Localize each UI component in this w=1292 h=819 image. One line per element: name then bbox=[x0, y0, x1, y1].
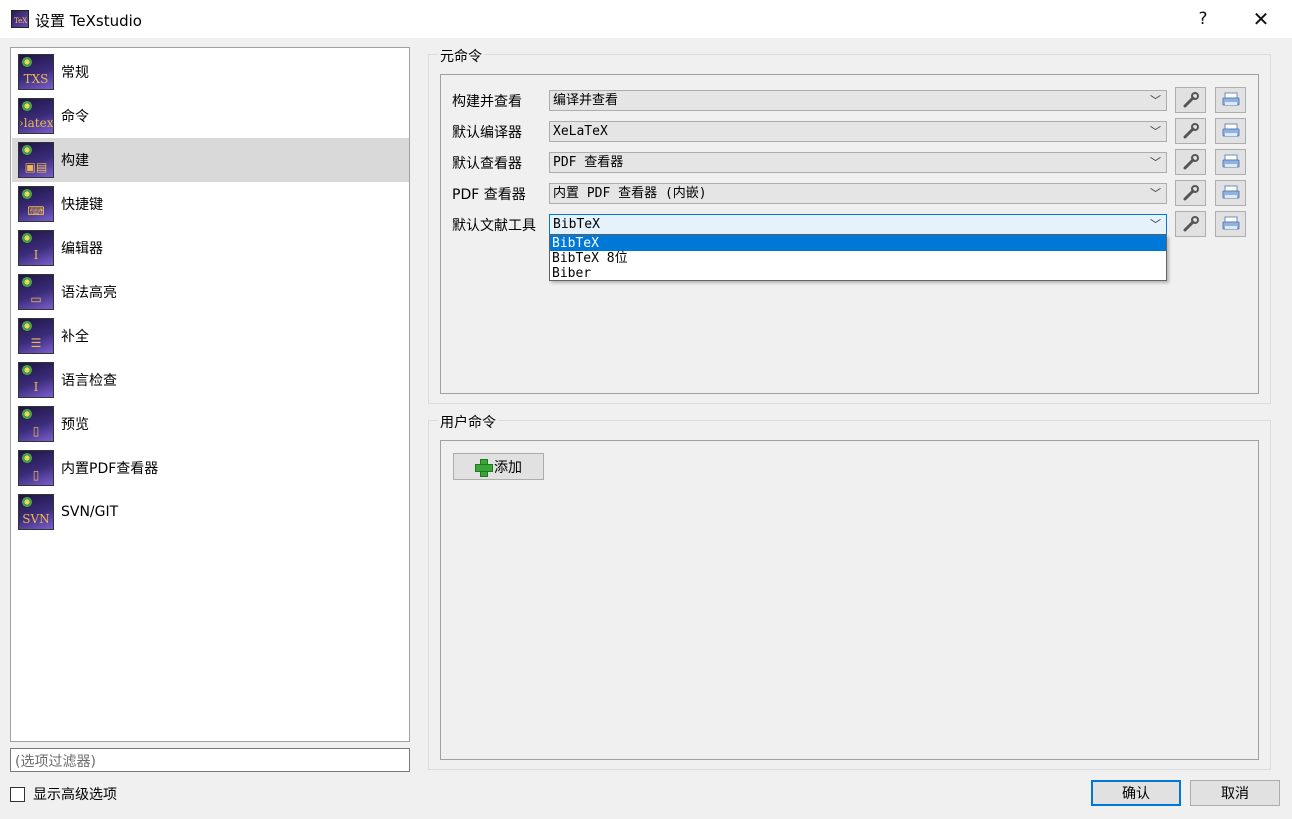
plus-icon bbox=[475, 458, 493, 477]
dropdown-option[interactable]: BibTeX bbox=[550, 236, 1166, 251]
combobox-value: 内置 PDF 查看器 (内嵌) bbox=[553, 186, 707, 201]
meta-row-label: 默认编译器 bbox=[452, 125, 522, 141]
nav-item[interactable]: ▣▤ 构建 bbox=[12, 138, 409, 182]
window-title: 设置 TeXstudio bbox=[35, 12, 142, 30]
wrench-icon bbox=[1183, 185, 1199, 201]
show-advanced-checkbox[interactable] bbox=[10, 786, 25, 802]
show-advanced-options[interactable]: 显示高级选项 bbox=[10, 784, 117, 804]
editor-cursor-icon: I bbox=[18, 230, 54, 266]
nav-item-label: SVN/GIT bbox=[61, 504, 119, 520]
nav-item[interactable]: ▯ 预览 bbox=[12, 402, 409, 446]
user-commands-frame bbox=[440, 440, 1259, 760]
meta-row-label: 构建并查看 bbox=[452, 94, 522, 110]
meta-row-label: 默认文献工具 bbox=[452, 218, 536, 234]
configure-wrench-button[interactable] bbox=[1175, 211, 1206, 237]
language-check-icon: I bbox=[18, 362, 54, 398]
add-user-command-button[interactable]: 添加 bbox=[453, 453, 544, 480]
svn-icon: SVN bbox=[18, 494, 54, 530]
pdf-viewer-icon: ▯ bbox=[18, 450, 54, 486]
printer-icon bbox=[1222, 123, 1239, 137]
completion-icon: ☰ bbox=[18, 318, 54, 354]
save-default-button[interactable] bbox=[1215, 118, 1246, 144]
nav-item-label: 常规 bbox=[61, 65, 89, 81]
nav-item[interactable]: ⌨ 快捷键 bbox=[12, 182, 409, 226]
nav-item-label: 补全 bbox=[61, 329, 89, 345]
chevron-down-icon: ﹀ bbox=[1150, 125, 1161, 138]
chevron-down-icon: ﹀ bbox=[1150, 156, 1161, 169]
syntax-highlight-icon: ▭ bbox=[18, 274, 54, 310]
ok-button[interactable]: 确认 bbox=[1091, 780, 1181, 806]
nav-item-label: 快捷键 bbox=[61, 197, 103, 213]
nav-item-label: 编辑器 bbox=[61, 241, 103, 257]
close-button[interactable]: ✕ bbox=[1238, 0, 1284, 38]
configure-wrench-button[interactable] bbox=[1175, 87, 1206, 113]
chevron-down-icon: ﹀ bbox=[1150, 94, 1161, 107]
meta-row-label: 默认查看器 bbox=[452, 156, 522, 172]
meta-command-combobox[interactable]: 编译并查看 ﹀ bbox=[549, 90, 1167, 111]
meta-command-combobox[interactable]: XeLaTeX ﹀ bbox=[549, 121, 1167, 142]
help-button[interactable]: ? bbox=[1180, 0, 1226, 38]
configure-wrench-button[interactable] bbox=[1175, 180, 1206, 206]
printer-icon bbox=[1222, 185, 1239, 199]
save-default-button[interactable] bbox=[1215, 87, 1246, 113]
meta-command-combobox[interactable]: 内置 PDF 查看器 (内嵌) ﹀ bbox=[549, 183, 1167, 204]
txs-icon: TXS bbox=[18, 54, 54, 90]
configure-wrench-button[interactable] bbox=[1175, 149, 1206, 175]
nav-item-label: 语法高亮 bbox=[61, 285, 117, 301]
combobox-value: XeLaTeX bbox=[553, 124, 608, 139]
nav-item-label: 构建 bbox=[61, 153, 89, 169]
nav-item[interactable]: ▯ 内置PDF查看器 bbox=[12, 446, 409, 490]
texstudio-app-icon bbox=[11, 10, 29, 28]
chevron-down-icon: ﹀ bbox=[1150, 187, 1161, 200]
nav-item[interactable]: TXS 常规 bbox=[12, 50, 409, 94]
configure-wrench-button[interactable] bbox=[1175, 118, 1206, 144]
build-icon: ▣▤ bbox=[18, 142, 54, 178]
title-bar: 设置 TeXstudio ? ✕ bbox=[0, 0, 1292, 38]
bibliography-tool-dropdown-list[interactable]: BibTeX BibTeX 8位 Biber bbox=[549, 235, 1167, 281]
meta-commands-title: 元命令 bbox=[438, 46, 484, 66]
combobox-value: BibTeX bbox=[553, 217, 600, 232]
save-default-button[interactable] bbox=[1215, 149, 1246, 175]
nav-item[interactable]: I 编辑器 bbox=[12, 226, 409, 270]
dropdown-option[interactable]: BibTeX 8位 bbox=[550, 251, 1166, 266]
latex-command-icon: ›latex bbox=[18, 98, 54, 134]
preview-icon: ▯ bbox=[18, 406, 54, 442]
wrench-icon bbox=[1183, 154, 1199, 170]
nav-item[interactable]: ›latex 命令 bbox=[12, 94, 409, 138]
combobox-value: 编译并查看 bbox=[553, 93, 619, 108]
nav-item[interactable]: ☰ 补全 bbox=[12, 314, 409, 358]
dropdown-option[interactable]: Biber bbox=[550, 266, 1166, 281]
nav-item-label: 命令 bbox=[61, 109, 89, 125]
nav-item[interactable]: SVN SVN/GIT bbox=[12, 490, 409, 534]
nav-item-label: 预览 bbox=[61, 417, 89, 433]
save-default-button[interactable] bbox=[1215, 211, 1246, 237]
printer-icon bbox=[1222, 154, 1239, 168]
nav-item[interactable]: I 语言检查 bbox=[12, 358, 409, 402]
option-filter-input[interactable]: (选项过滤器) bbox=[10, 748, 410, 772]
nav-item-label: 内置PDF查看器 bbox=[61, 461, 159, 477]
chevron-down-icon: ﹀ bbox=[1150, 218, 1161, 231]
printer-icon bbox=[1222, 92, 1239, 106]
wrench-icon bbox=[1183, 123, 1199, 139]
save-default-button[interactable] bbox=[1215, 180, 1246, 206]
nav-item-label: 语言检查 bbox=[61, 373, 117, 389]
wrench-icon bbox=[1183, 216, 1199, 232]
nav-item[interactable]: ▭ 语法高亮 bbox=[12, 270, 409, 314]
meta-command-combobox[interactable]: BibTeX ﹀ bbox=[549, 214, 1167, 235]
keyboard-icon: ⌨ bbox=[18, 186, 54, 222]
printer-icon bbox=[1222, 216, 1239, 230]
wrench-icon bbox=[1183, 92, 1199, 108]
cancel-button[interactable]: 取消 bbox=[1190, 780, 1280, 806]
meta-row-label: PDF 查看器 bbox=[452, 187, 526, 203]
add-button-label: 添加 bbox=[494, 459, 522, 476]
combobox-value: PDF 查看器 bbox=[553, 155, 624, 170]
show-advanced-label: 显示高级选项 bbox=[33, 787, 117, 803]
user-commands-title: 用户命令 bbox=[438, 412, 498, 432]
settings-category-list: TXS 常规 ›latex 命令 ▣▤ 构建 ⌨ 快捷键 I 编辑器 ▭ 语法高亮 ☰ 补全 I 语言检查 ▯ 预… bbox=[10, 47, 410, 742]
meta-command-combobox[interactable]: PDF 查看器 ﹀ bbox=[549, 152, 1167, 173]
